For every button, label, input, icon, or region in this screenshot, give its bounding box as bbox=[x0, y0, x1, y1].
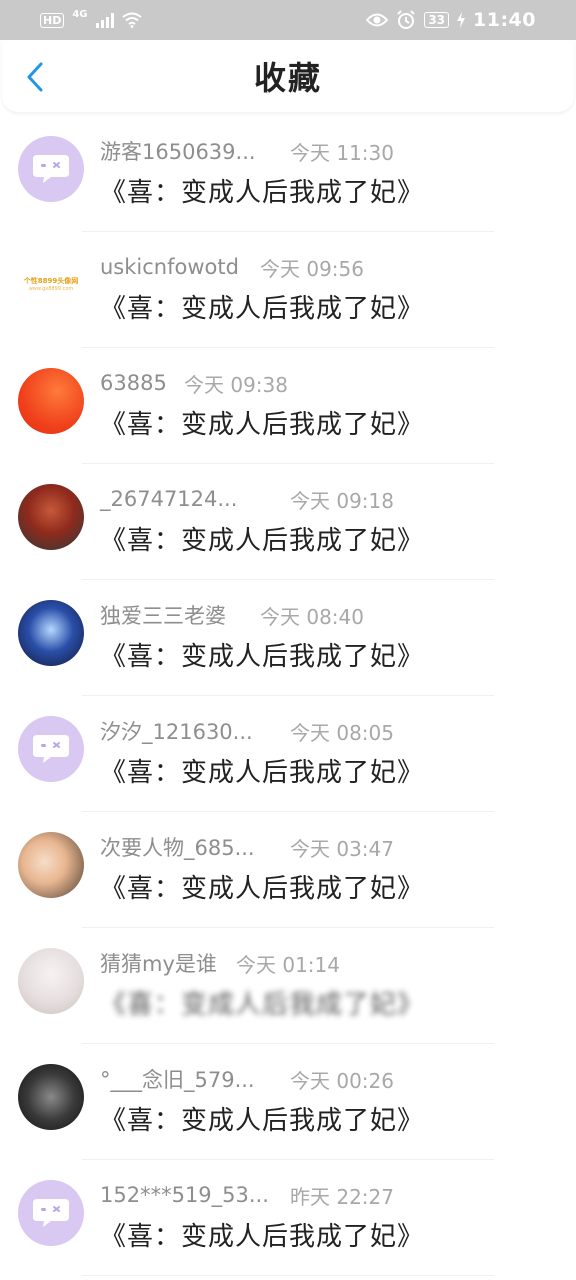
timestamp: 今天 01:14 bbox=[236, 952, 340, 977]
status-bar: HD 4G 33 11:40 bbox=[0, 0, 576, 40]
avatar[interactable] bbox=[18, 948, 84, 1014]
book-title: 《喜：变成人后我成了妃》 bbox=[100, 642, 425, 672]
timestamp: 今天 11:30 bbox=[290, 140, 394, 165]
book-title: 《喜：变成人后我成了妃》 bbox=[100, 294, 425, 324]
eye-icon bbox=[366, 13, 389, 27]
item-meta: 独爱三三老婆 今天 08:40 bbox=[100, 600, 364, 630]
book-title: 《喜：变成人后我成了妃》 bbox=[100, 990, 425, 1020]
username: 猜猜my是谁 bbox=[100, 952, 217, 976]
username: 63885 bbox=[100, 371, 167, 395]
favorite-item[interactable]: 63885 今天 09:38 《喜：变成人后我成了妃》 bbox=[0, 348, 576, 464]
chat-bubble-icon bbox=[33, 155, 69, 183]
favorite-item[interactable]: 152***519_53... 昨天 22:27 《喜：变成人后我成了妃》 bbox=[0, 1160, 576, 1276]
favorite-item[interactable]: _26747124... 今天 09:18 《喜：变成人后我成了妃》 bbox=[0, 464, 576, 580]
alarm-icon bbox=[397, 10, 416, 29]
status-right: 33 11:40 bbox=[366, 9, 536, 31]
charging-icon bbox=[457, 12, 466, 28]
chat-bubble-icon bbox=[33, 735, 69, 763]
header: 收藏 bbox=[2, 40, 574, 112]
avatar[interactable] bbox=[18, 368, 84, 434]
item-meta: _26747124... 今天 09:18 bbox=[100, 484, 394, 514]
default-avatar[interactable] bbox=[18, 136, 84, 202]
item-meta: 汐汐_121630... 今天 08:05 bbox=[100, 716, 394, 746]
back-button[interactable] bbox=[20, 62, 50, 92]
username: °___念旧_579... bbox=[100, 1068, 255, 1092]
favorite-item[interactable]: 个性8899头像网 www.gx8899.com uskicnfowotd 今天 … bbox=[0, 232, 576, 348]
hd-icon: HD bbox=[40, 12, 65, 28]
book-title: 《喜：变成人后我成了妃》 bbox=[100, 410, 425, 440]
item-meta: 152***519_53... 昨天 22:27 bbox=[100, 1180, 394, 1210]
favorites-list: 游客1650639... 今天 11:30 《喜：变成人后我成了妃》 个性889… bbox=[0, 116, 576, 1276]
username: 152***519_53... bbox=[100, 1183, 269, 1207]
avatar[interactable] bbox=[18, 484, 84, 550]
avatar-caption: 个性8899头像网 www.gx8899.com bbox=[23, 277, 79, 292]
chat-bubble-icon bbox=[33, 1199, 69, 1227]
signal-icon bbox=[95, 12, 114, 28]
username: 独爱三三老婆 bbox=[100, 604, 226, 628]
timestamp: 今天 09:56 bbox=[260, 256, 364, 281]
status-time: 11:40 bbox=[473, 9, 536, 31]
item-meta: 63885 今天 09:38 bbox=[100, 368, 288, 398]
favorite-item[interactable]: 独爱三三老婆 今天 08:40 《喜：变成人后我成了妃》 bbox=[0, 580, 576, 696]
timestamp: 今天 08:05 bbox=[290, 720, 394, 745]
item-meta: °___念旧_579... 今天 00:26 bbox=[100, 1064, 394, 1094]
avatar[interactable]: 个性8899头像网 www.gx8899.com bbox=[18, 252, 84, 318]
page-title: 收藏 bbox=[253, 59, 322, 97]
avatar[interactable] bbox=[18, 1064, 84, 1130]
network-type: 4G bbox=[72, 8, 88, 20]
default-avatar[interactable] bbox=[18, 716, 84, 782]
username: uskicnfowotd bbox=[100, 255, 239, 279]
favorite-item[interactable]: 汐汐_121630... 今天 08:05 《喜：变成人后我成了妃》 bbox=[0, 696, 576, 812]
username: 汐汐_121630... bbox=[100, 720, 253, 744]
username: _26747124... bbox=[100, 487, 238, 511]
item-meta: 游客1650639... 今天 11:30 bbox=[100, 136, 394, 166]
chevron-left-icon bbox=[27, 62, 43, 92]
book-title: 《喜：变成人后我成了妃》 bbox=[100, 758, 425, 788]
item-meta: 猜猜my是谁 今天 01:14 bbox=[100, 948, 340, 978]
username: 游客1650639... bbox=[100, 140, 256, 164]
favorite-item[interactable]: °___念旧_579... 今天 00:26 《喜：变成人后我成了妃》 bbox=[0, 1044, 576, 1160]
favorite-item[interactable]: 游客1650639... 今天 11:30 《喜：变成人后我成了妃》 bbox=[0, 116, 576, 232]
book-title: 《喜：变成人后我成了妃》 bbox=[100, 178, 425, 208]
avatar[interactable] bbox=[18, 600, 84, 666]
timestamp: 今天 09:18 bbox=[290, 488, 394, 513]
timestamp: 今天 03:47 bbox=[290, 836, 394, 861]
item-meta: 次要人物_685... 今天 03:47 bbox=[100, 832, 394, 862]
book-title: 《喜：变成人后我成了妃》 bbox=[100, 874, 425, 904]
favorite-item[interactable]: 次要人物_685... 今天 03:47 《喜：变成人后我成了妃》 bbox=[0, 812, 576, 928]
wifi-icon bbox=[121, 12, 142, 28]
username: 次要人物_685... bbox=[100, 836, 255, 860]
avatar[interactable] bbox=[18, 832, 84, 898]
timestamp: 今天 08:40 bbox=[260, 604, 364, 629]
timestamp: 今天 00:26 bbox=[290, 1068, 394, 1093]
book-title: 《喜：变成人后我成了妃》 bbox=[100, 526, 425, 556]
favorite-item[interactable]: 猜猜my是谁 今天 01:14 《喜：变成人后我成了妃》 bbox=[0, 928, 576, 1044]
item-meta: uskicnfowotd 今天 09:56 bbox=[100, 252, 364, 282]
battery-icon: 33 bbox=[424, 12, 450, 28]
divider bbox=[82, 1275, 494, 1276]
book-title: 《喜：变成人后我成了妃》 bbox=[100, 1222, 425, 1252]
timestamp: 今天 09:38 bbox=[184, 372, 288, 397]
timestamp: 昨天 22:27 bbox=[290, 1184, 394, 1209]
default-avatar[interactable] bbox=[18, 1180, 84, 1246]
status-left: HD 4G bbox=[40, 8, 142, 28]
book-title: 《喜：变成人后我成了妃》 bbox=[100, 1106, 425, 1136]
